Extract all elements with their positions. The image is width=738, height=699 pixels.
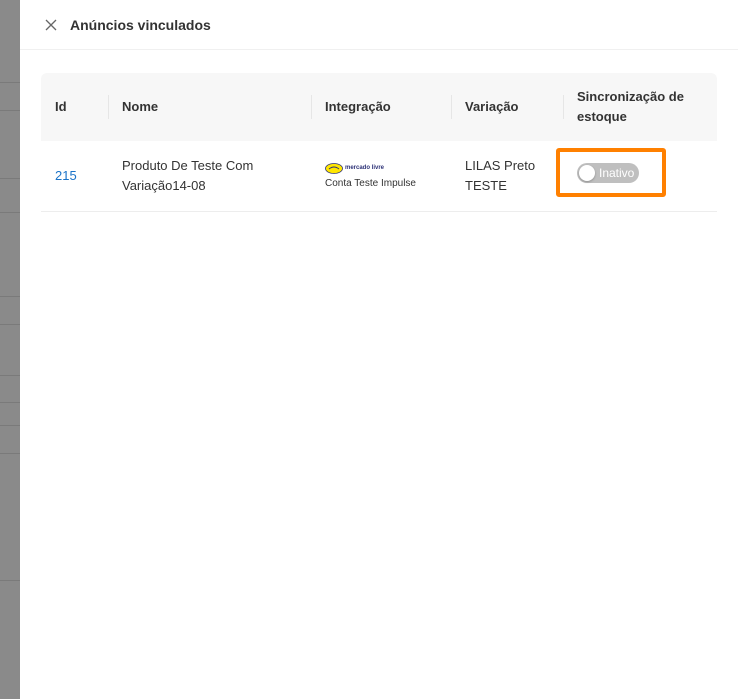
cell-id: 215 bbox=[41, 141, 108, 212]
integration-logo-text: mercado livre bbox=[345, 165, 385, 172]
backdrop-divider bbox=[0, 425, 20, 426]
backdrop-divider bbox=[0, 375, 20, 376]
cell-nome: Produto De Teste Com Variação14-08 bbox=[108, 141, 311, 212]
drawer-title: Anúncios vinculados bbox=[70, 16, 211, 33]
ad-id-link[interactable]: 215 bbox=[55, 168, 77, 183]
backdrop-divider bbox=[0, 178, 20, 179]
backdrop-divider bbox=[0, 212, 20, 213]
backdrop-divider bbox=[0, 453, 20, 454]
column-header-id: Id bbox=[41, 73, 108, 141]
backdrop-divider bbox=[0, 82, 20, 83]
cell-integracao: mercado livre Conta Teste Impulse bbox=[311, 141, 451, 212]
backdrop-divider bbox=[0, 402, 20, 403]
backdrop-divider bbox=[0, 324, 20, 325]
close-icon[interactable] bbox=[44, 18, 58, 32]
backdrop-divider bbox=[0, 110, 20, 111]
linked-ads-drawer: Anúncios vinculados Id Nome Integração V… bbox=[20, 0, 738, 699]
highlight-box bbox=[556, 148, 666, 197]
page-backdrop[interactable] bbox=[0, 0, 20, 699]
column-header-nome: Nome bbox=[108, 73, 311, 141]
drawer-header: Anúncios vinculados bbox=[20, 0, 738, 50]
integration-info: mercado livre Conta Teste Impulse bbox=[325, 160, 437, 191]
integration-account-name: Conta Teste Impulse bbox=[325, 178, 416, 190]
column-header-sincronizacao: Sincronização de estoque bbox=[563, 73, 717, 141]
table-header-row: Id Nome Integração Variação Sincronizaçã… bbox=[41, 73, 717, 141]
cell-variacao: LILAS Preto TESTE bbox=[451, 141, 563, 212]
column-header-variacao: Variação bbox=[451, 73, 563, 141]
mercado-livre-logo-icon: mercado livre bbox=[325, 160, 437, 176]
backdrop-divider bbox=[0, 580, 20, 581]
backdrop-divider bbox=[0, 296, 20, 297]
column-header-integracao: Integração bbox=[311, 73, 451, 141]
